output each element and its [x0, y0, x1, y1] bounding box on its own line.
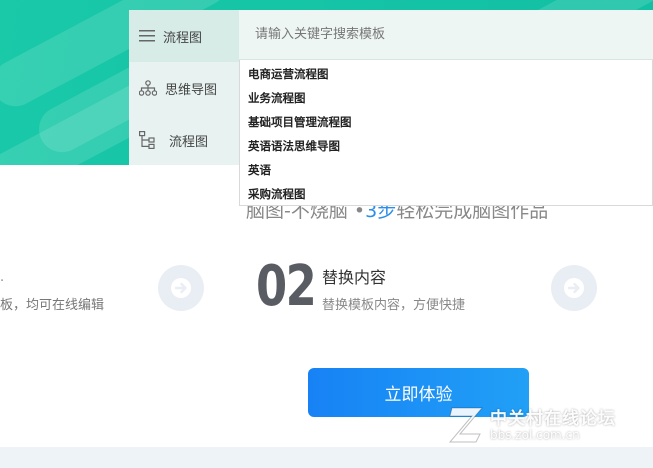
mindmap-icon: [139, 80, 157, 96]
zol-logo-icon: [448, 407, 484, 443]
suggestion-item[interactable]: 基础项目管理流程图: [240, 110, 652, 134]
watermark-url: bbs.zol.com.cn: [490, 428, 580, 442]
arrow-right-icon: [171, 278, 191, 298]
next-step-arrow: [158, 265, 204, 311]
next-step-arrow: [551, 265, 597, 311]
footer-band: [0, 447, 653, 468]
category-item-flowchart[interactable]: 流程图: [129, 114, 239, 166]
step1-description: 板，均可在线编辑: [0, 298, 105, 313]
suggestion-item[interactable]: 业务流程图: [240, 86, 652, 110]
category-label: 流程图: [163, 30, 203, 46]
watermark-title: 中关村在线论坛: [490, 409, 616, 429]
category-label: 流程图: [169, 134, 209, 150]
flowchart-icon: [139, 131, 155, 149]
suggestion-item[interactable]: 电商运营流程图: [240, 62, 652, 86]
menu-icon: [139, 30, 155, 42]
step2-description: 替换模板内容，方便快捷: [322, 298, 466, 313]
suggestion-item[interactable]: 英语语法思维导图: [240, 134, 652, 158]
template-search-box: [239, 10, 653, 60]
category-item-flowchart-menu[interactable]: 流程图: [129, 10, 239, 62]
search-suggestion-dropdown: 电商运营流程图 业务流程图 基础项目管理流程图 英语语法思维导图 英语 采购流程…: [239, 60, 653, 206]
template-category-nav: 流程图 思维导图 流程图: [129, 10, 239, 165]
search-input[interactable]: [253, 26, 637, 43]
suggestion-item[interactable]: 采购流程图: [240, 182, 652, 206]
category-item-mindmap[interactable]: 思维导图: [129, 62, 239, 114]
site-watermark: 中关村在线论坛 bbs.zol.com.cn: [446, 400, 646, 448]
arrow-right-icon: [564, 278, 584, 298]
step2-number: 02: [256, 254, 317, 319]
category-label: 思维导图: [165, 82, 218, 98]
suggestion-item[interactable]: 英语: [240, 158, 652, 182]
step2-title: 替换内容: [322, 268, 387, 287]
step1-title-partial: ·: [0, 274, 5, 289]
